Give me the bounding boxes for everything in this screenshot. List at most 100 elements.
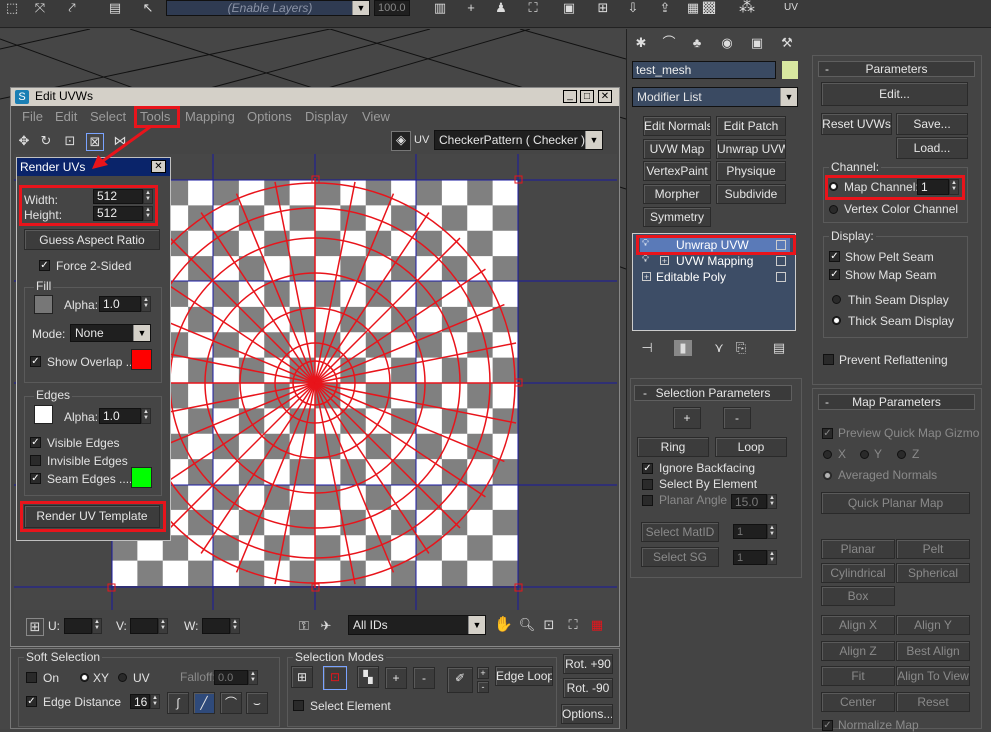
v-spinner[interactable]: ▲ ▼ xyxy=(158,618,168,634)
menu-edit[interactable]: Edit xyxy=(55,109,77,124)
remove-modifier-icon[interactable]: ⎘ xyxy=(732,340,750,356)
ignore-backfacing-checkbox[interactable]: ✓ xyxy=(642,463,653,474)
prevent-reflattening-checkbox[interactable] xyxy=(823,354,834,365)
shrink-button[interactable]: - xyxy=(723,407,751,429)
thick-seam-radio[interactable] xyxy=(832,316,841,325)
u-field[interactable] xyxy=(64,618,92,634)
matid-spinner[interactable]: ▲ ▼ xyxy=(767,524,777,539)
seam-color-swatch[interactable] xyxy=(131,467,152,488)
edge-distance-spinner[interactable]: ▲ ▼ xyxy=(150,694,160,709)
move-icon[interactable]: ✥ xyxy=(16,133,32,149)
close-button[interactable]: ✕ xyxy=(598,90,612,103)
select-element-checkbox[interactable] xyxy=(293,700,304,711)
export-icon[interactable]: ⇪ xyxy=(656,0,674,16)
menu-options[interactable]: Options xyxy=(247,109,292,124)
show-pelt-seam-checkbox[interactable]: ✓ xyxy=(829,251,840,262)
select-link-icon[interactable]: ⬚ xyxy=(4,0,20,16)
chevron-down-icon[interactable]: ▼ xyxy=(780,88,797,106)
make-unique-icon[interactable]: ⋎ xyxy=(710,340,728,356)
pin-stack-icon[interactable]: ⊣ xyxy=(638,340,656,356)
map-params-header[interactable]: - Map Parameters xyxy=(818,394,975,410)
uvw-map-button[interactable]: UVW Map xyxy=(643,139,711,159)
select-by-element-checkbox[interactable] xyxy=(642,479,653,490)
stack-toggle[interactable] xyxy=(776,272,786,282)
spherical-button[interactable]: Spherical xyxy=(896,563,970,583)
create-tab-icon[interactable]: ✱ xyxy=(630,35,652,51)
matid-field[interactable]: 1 xyxy=(733,524,767,539)
grow-selection-button[interactable]: + xyxy=(385,667,407,689)
expand-icon[interactable]: + xyxy=(660,256,669,266)
u-spinner[interactable]: ▲ ▼ xyxy=(92,618,102,634)
object-name-field[interactable]: test_mesh xyxy=(632,61,776,79)
menu-mapping[interactable]: Mapping xyxy=(185,109,235,124)
building-icon[interactable]: ▩ xyxy=(698,0,720,16)
expand-icon[interactable]: + xyxy=(642,272,651,282)
averaged-normals-radio[interactable] xyxy=(823,471,832,480)
load-button[interactable]: Load... xyxy=(896,137,968,159)
fill-alpha-field[interactable]: 1.0 xyxy=(99,296,141,312)
vertexpaint-button[interactable]: VertexPaint xyxy=(643,161,711,181)
invisible-edges-checkbox[interactable] xyxy=(30,455,41,466)
display-tab-icon[interactable]: ▣ xyxy=(746,35,768,51)
mode-dropdown[interactable]: None ▼ xyxy=(70,324,151,342)
save-button[interactable]: Save... xyxy=(896,113,968,135)
texture-dropdown[interactable]: CheckerPattern ( Checker ) ▼ xyxy=(434,130,603,150)
unwrap-uvw-button[interactable]: Unwrap UVW xyxy=(716,139,786,159)
reset-button[interactable]: Reset xyxy=(896,692,970,712)
w-field[interactable] xyxy=(202,618,230,634)
morpher-button[interactable]: Morpher xyxy=(643,184,711,204)
show-end-result-icon[interactable]: ▮ xyxy=(674,340,692,356)
show-map-seam-checkbox[interactable]: ✓ xyxy=(829,269,840,280)
layer-list-icon[interactable]: ▥ xyxy=(432,0,448,16)
lock-icon[interactable]: ⚿ xyxy=(296,618,312,634)
edge-alpha-field[interactable]: 1.0 xyxy=(99,408,141,424)
select-matid-button[interactable]: Select MatID xyxy=(641,522,719,542)
layer-select-icon[interactable]: ↖ xyxy=(140,0,156,16)
thin-seam-radio[interactable] xyxy=(832,295,841,304)
y-radio[interactable] xyxy=(860,450,869,459)
chevron-down-icon[interactable]: ▼ xyxy=(133,325,150,341)
edit-uvws-titlebar[interactable]: S Edit UVWs _ □ ✕ xyxy=(11,88,619,106)
menu-display[interactable]: Display xyxy=(305,109,348,124)
overlap-color-swatch[interactable] xyxy=(131,349,152,370)
chevron-down-icon[interactable]: ▼ xyxy=(352,1,369,15)
rot-plus-90-button[interactable]: Rot. +90 xyxy=(563,654,613,674)
edit-patch-button[interactable]: Edit Patch xyxy=(716,116,786,136)
align-z-button[interactable]: Align Z xyxy=(821,641,895,661)
align-x-button[interactable]: Align X xyxy=(821,615,895,635)
layers-dropdown[interactable]: (Enable Layers) ▼ xyxy=(166,0,370,16)
normalize-map-checkbox[interactable]: ✓ xyxy=(822,720,833,731)
paint-select-button[interactable]: ✐ xyxy=(447,667,473,693)
planar-angle-checkbox[interactable] xyxy=(642,495,653,506)
ids-dropdown[interactable]: All IDs ▼ xyxy=(348,615,486,635)
edge-mode-button[interactable]: ⊡ xyxy=(323,666,347,690)
edge-color-swatch[interactable] xyxy=(34,405,53,424)
xy-radio[interactable] xyxy=(80,673,89,682)
absolute-mode-icon[interactable]: ⊞ xyxy=(26,618,44,636)
falloff-field[interactable]: 0.0 xyxy=(214,670,248,685)
face-mode-button[interactable]: ▚ xyxy=(357,666,379,688)
edge-distance-field[interactable]: 16 xyxy=(130,694,150,709)
vertex-mode-button[interactable]: ⊞ xyxy=(291,666,313,688)
soft-on-checkbox[interactable] xyxy=(26,672,37,683)
pelt-button[interactable]: Pelt xyxy=(896,539,970,559)
chevron-down-icon[interactable]: ▼ xyxy=(585,131,602,149)
zoom-icon[interactable]: 🔍︎ xyxy=(518,617,536,633)
stack-toggle[interactable] xyxy=(776,256,786,266)
menu-file[interactable]: File xyxy=(22,109,43,124)
menu-select[interactable]: Select xyxy=(90,109,126,124)
v-field[interactable] xyxy=(130,618,158,634)
set-current-layer-icon[interactable]: ▣ xyxy=(560,0,578,16)
paint-size-up-button[interactable]: + xyxy=(477,667,489,679)
configure-sets-icon[interactable]: ▤ xyxy=(770,340,788,356)
z-radio[interactable] xyxy=(897,450,906,459)
select-layer-icon[interactable]: ⛶ xyxy=(524,0,542,16)
x-radio[interactable] xyxy=(823,450,832,459)
hierarchy-tab-icon[interactable]: ♣ xyxy=(686,35,708,51)
edit-button[interactable]: Edit... xyxy=(821,82,968,106)
bulb-icon[interactable]: 💡︎ xyxy=(642,254,649,265)
select-sg-button[interactable]: Select SG xyxy=(641,547,719,567)
show-overlap-checkbox[interactable]: ✓ xyxy=(30,356,41,367)
fit-button[interactable]: Fit xyxy=(821,666,895,686)
ring-button[interactable]: Ring xyxy=(637,437,709,457)
